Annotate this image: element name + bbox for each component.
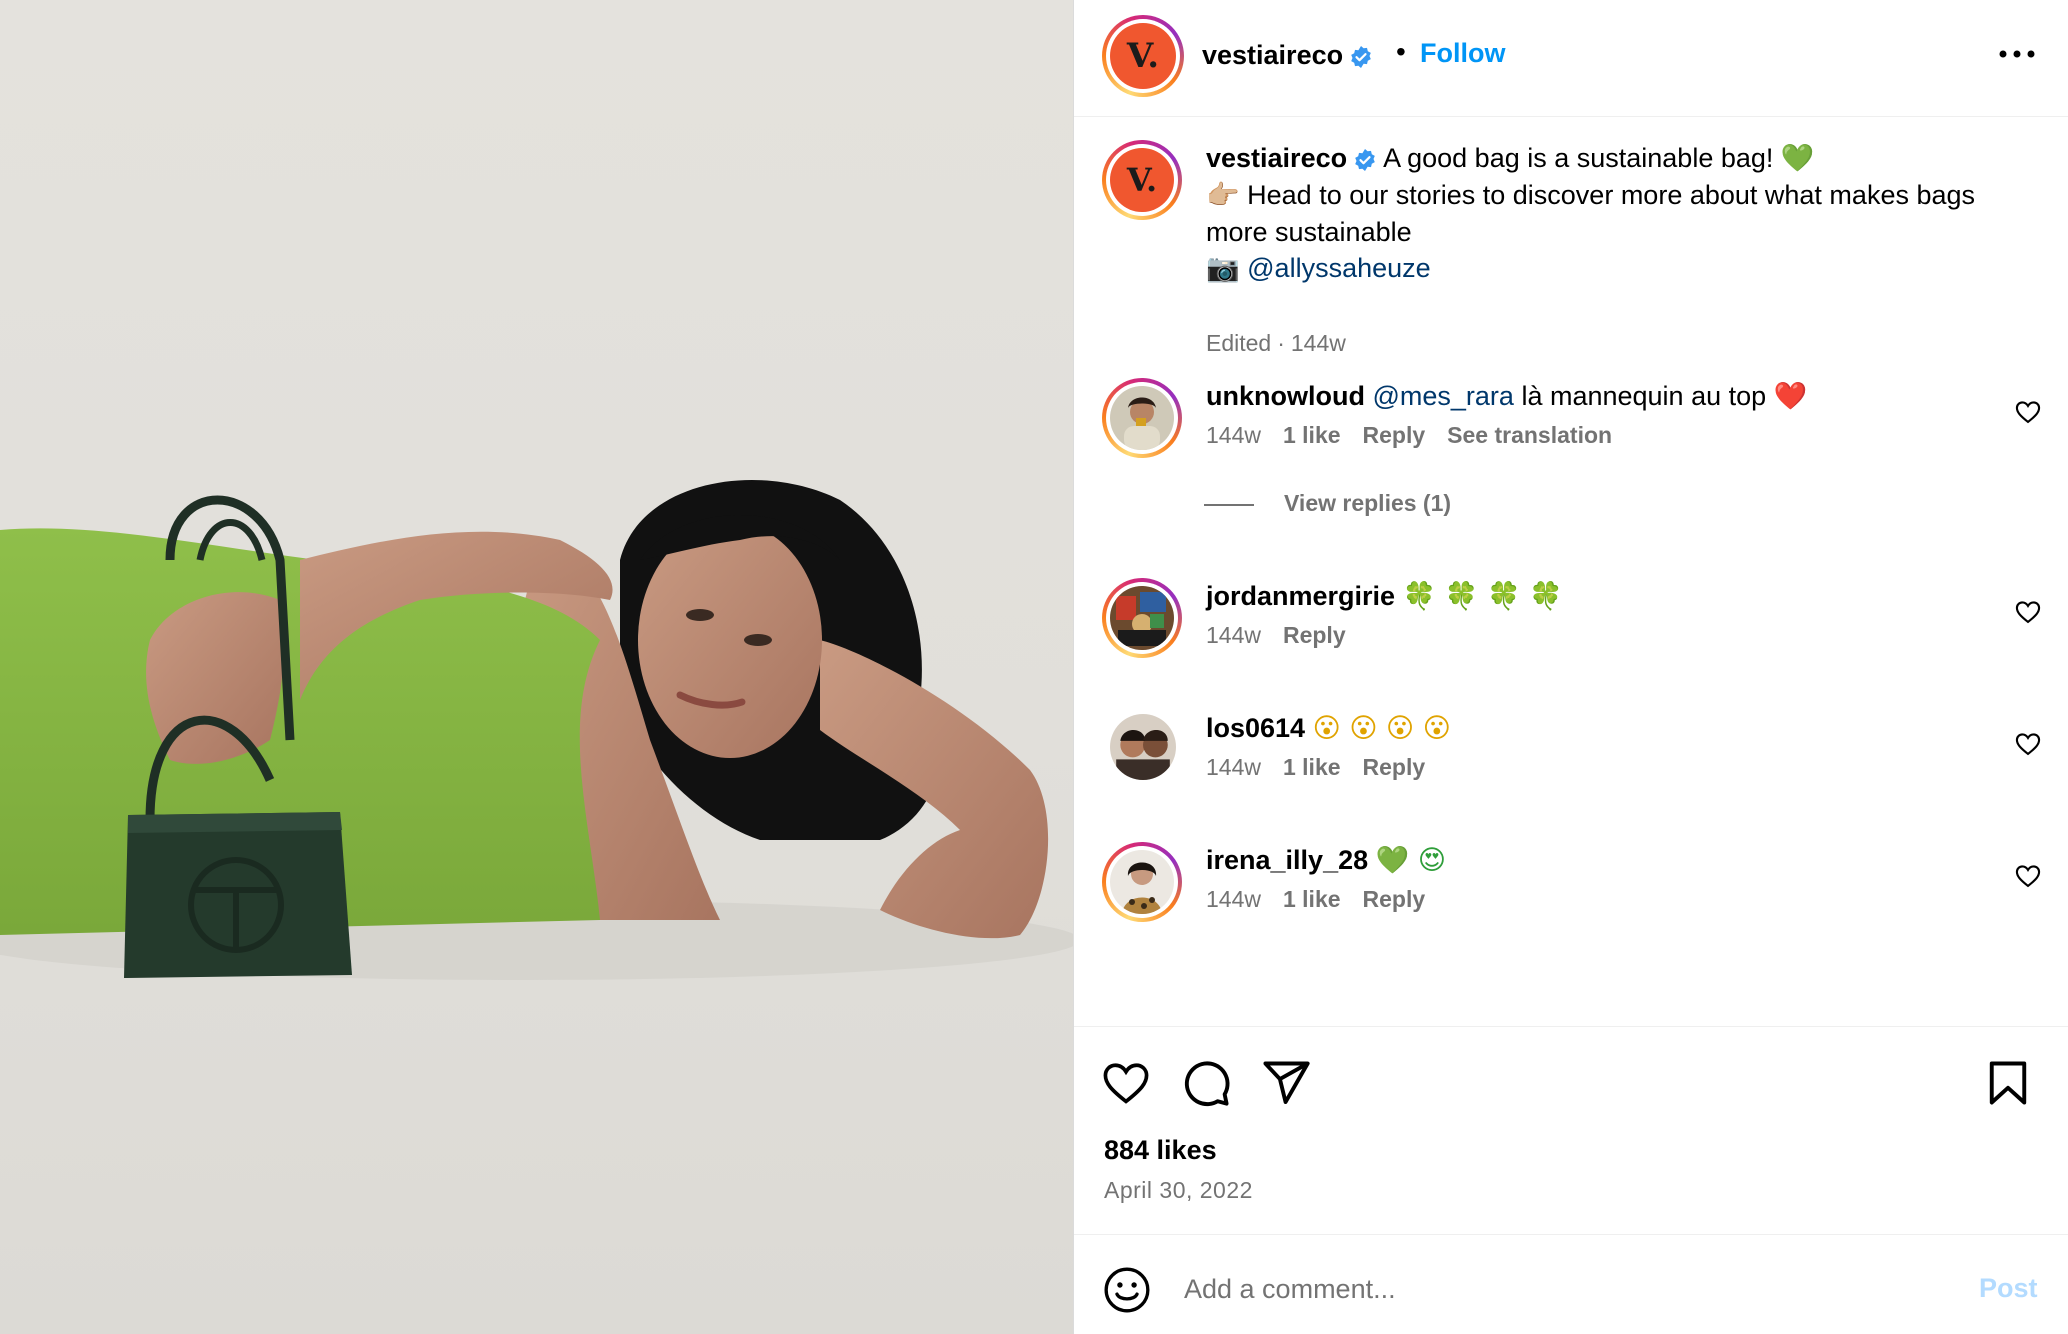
comment-username[interactable]: los0614: [1206, 713, 1305, 743]
verified-badge-icon: [1351, 45, 1371, 68]
brand-logo: V.: [1110, 148, 1174, 212]
comment-bubble-icon[interactable]: [1180, 1057, 1232, 1109]
comment-body: là mannequin au top: [1521, 381, 1767, 411]
caption-line-2: Head to our stories to discover more abo…: [1206, 180, 1976, 247]
caption-time[interactable]: 144w: [1291, 330, 1346, 356]
comment-username[interactable]: jordanmergirie: [1206, 581, 1395, 611]
reply-button[interactable]: Reply: [1283, 622, 1346, 648]
post-view: V. vestiaireco • Follow V. vestiaireco A …: [0, 0, 2068, 1334]
verified-badge-icon: [1355, 148, 1375, 171]
four-leaf-clover-emoji: 🍀 🍀 🍀 🍀: [1402, 581, 1563, 612]
red-heart-emoji: ❤️: [1773, 381, 1808, 412]
comment-time[interactable]: 144w: [1206, 754, 1261, 780]
comment-text: irena_illy_28 💚 😍: [1206, 842, 1986, 879]
header-separator: •: [1396, 36, 1406, 67]
post-header: V. vestiaireco • Follow: [1074, 0, 2068, 117]
view-replies-label[interactable]: View replies (1): [1284, 490, 1451, 516]
comment-time[interactable]: 144w: [1206, 886, 1261, 912]
comment-meta: 144w 1 like Reply: [1206, 754, 1447, 781]
caption-author-avatar[interactable]: V.: [1102, 140, 1182, 220]
comment-mention[interactable]: @mes_rara: [1372, 381, 1513, 411]
like-comment-heart-icon[interactable]: [2014, 398, 2042, 426]
brand-logo: V.: [1110, 23, 1176, 89]
comment-likes[interactable]: 1 like: [1283, 422, 1341, 448]
save-bookmark-icon[interactable]: [1982, 1057, 2034, 1109]
comment-text: los0614 😮 😮 😮 😮: [1206, 710, 1986, 747]
more-options-icon[interactable]: [1994, 38, 2040, 70]
reply-button[interactable]: Reply: [1363, 422, 1426, 448]
comment-text: unknowloud @mes_rara là mannequin au top…: [1206, 378, 1986, 415]
edited-label: Edited: [1206, 330, 1272, 356]
comment-time[interactable]: 144w: [1206, 622, 1261, 648]
commenter-avatar[interactable]: [1102, 842, 1182, 922]
caption-username[interactable]: vestiaireco: [1206, 143, 1347, 173]
commenter-avatar[interactable]: [1102, 578, 1182, 658]
photo-illustration: [0, 480, 1073, 980]
commenter-avatar[interactable]: [1110, 714, 1176, 780]
comment-likes[interactable]: 1 like: [1283, 754, 1341, 780]
likes-count[interactable]: 884 likes: [1104, 1135, 1217, 1166]
like-comment-heart-icon[interactable]: [2014, 730, 2042, 758]
comment-username[interactable]: unknowloud: [1206, 381, 1365, 411]
reply-button[interactable]: Reply: [1363, 886, 1426, 912]
post-side-panel: V. vestiaireco • Follow V. vestiaireco A …: [1073, 0, 2068, 1334]
add-comment-bar: Post: [1074, 1234, 2068, 1334]
commenter-avatar[interactable]: [1102, 378, 1182, 458]
author-avatar[interactable]: V.: [1102, 15, 1184, 97]
like-comment-heart-icon[interactable]: [2014, 862, 2042, 890]
caption-meta: Edited · 144w: [1206, 330, 1368, 357]
reply-button[interactable]: Reply: [1363, 754, 1426, 780]
pointing-hand-emoji: 👉🏼: [1206, 180, 1240, 211]
green-heart-heart-eyes-emoji: 💚 😍: [1375, 845, 1446, 876]
emoji-picker-icon[interactable]: [1102, 1265, 1152, 1315]
replies-divider-line: [1204, 503, 1254, 506]
photo-credit-link[interactable]: @allyssaheuze: [1247, 253, 1431, 283]
author-username-row[interactable]: vestiaireco: [1202, 40, 1373, 70]
meta-separator: ·: [1277, 330, 1285, 356]
caption-text: vestiaireco A good bag is a sustainable b…: [1206, 140, 1986, 287]
follow-button[interactable]: Follow: [1420, 38, 1505, 68]
share-paper-plane-icon[interactable]: [1260, 1057, 1312, 1109]
like-comment-heart-icon[interactable]: [2014, 598, 2042, 626]
comment-username[interactable]: irena_illy_28: [1206, 845, 1368, 875]
comment-likes[interactable]: 1 like: [1283, 886, 1341, 912]
comment-meta: 144w 1 like Reply: [1206, 886, 1447, 913]
green-heart-emoji: 💚: [1780, 143, 1815, 174]
see-translation-button[interactable]: See translation: [1447, 422, 1612, 448]
camera-emoji: 📷: [1206, 253, 1240, 284]
post-actions: 884 likes April 30, 2022: [1074, 1026, 2068, 1234]
view-replies-button[interactable]: View replies (1): [1204, 490, 1451, 517]
astonished-face-emoji: 😮 😮 😮 😮: [1312, 713, 1451, 744]
post-photo[interactable]: [0, 0, 1073, 1334]
comment-meta: 144w Reply: [1206, 622, 1368, 649]
comments-list[interactable]: V. vestiaireco A good bag is a sustainabl…: [1074, 118, 2068, 1026]
add-comment-input[interactable]: [1184, 1263, 1924, 1315]
comment-time[interactable]: 144w: [1206, 422, 1261, 448]
comment-meta: 144w 1 like Reply See translation: [1206, 422, 1634, 449]
post-comment-button[interactable]: Post: [1979, 1273, 2038, 1304]
author-username[interactable]: vestiaireco: [1202, 40, 1343, 70]
post-date[interactable]: April 30, 2022: [1104, 1177, 1253, 1204]
caption-line-1: A good bag is a sustainable bag!: [1383, 143, 1774, 173]
comment-text: jordanmergirie 🍀 🍀 🍀 🍀: [1206, 578, 1986, 615]
like-heart-icon[interactable]: [1100, 1057, 1152, 1109]
